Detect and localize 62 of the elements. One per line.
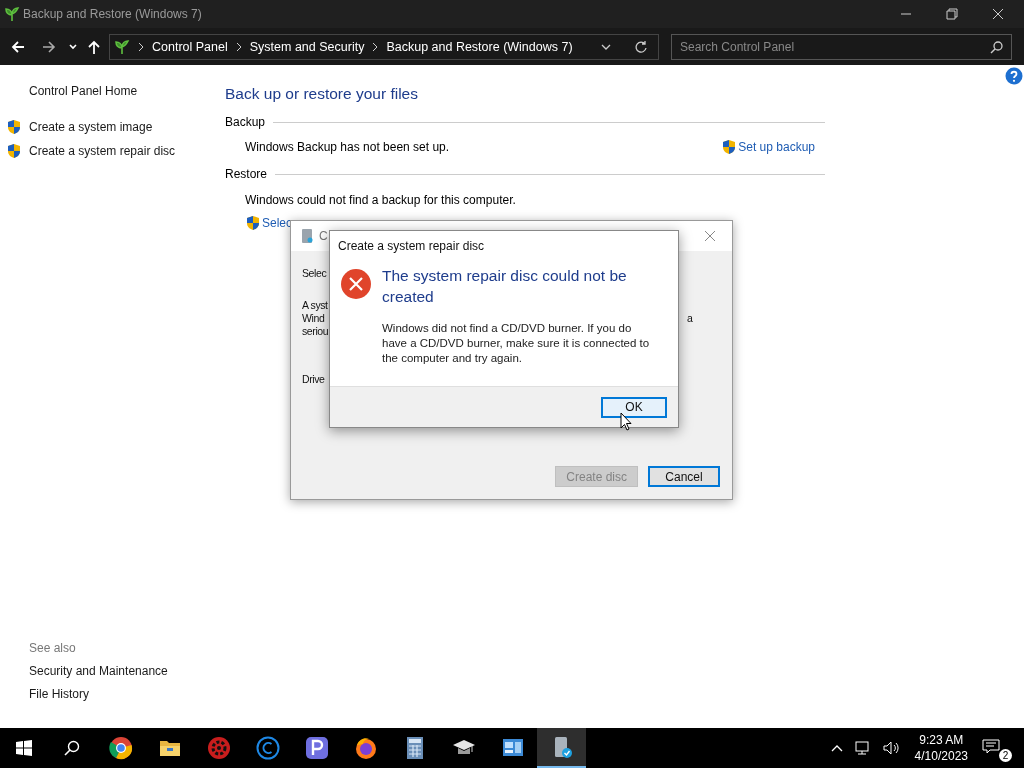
action-link[interactable]: Selec xyxy=(262,216,293,230)
breadcrumb[interactable]: Backup and Restore (Windows 7) xyxy=(386,39,573,54)
sidebar-link[interactable]: Create a system image xyxy=(29,120,153,134)
shield-icon xyxy=(245,215,261,231)
breadcrumb[interactable]: System and Security xyxy=(249,39,365,54)
network-icon[interactable] xyxy=(854,740,871,756)
status-text: Windows could not find a backup for this computer. xyxy=(245,193,516,207)
taskbar-app[interactable] xyxy=(537,728,586,768)
forward-arrow-icon[interactable] xyxy=(41,38,57,55)
dialog-text: Selec xyxy=(302,267,327,279)
c-circle-icon xyxy=(255,736,280,760)
close-icon[interactable] xyxy=(992,8,1004,20)
p-app-icon xyxy=(304,736,329,760)
search-icon xyxy=(990,39,1004,54)
refresh-icon[interactable] xyxy=(634,39,648,54)
notification-icon[interactable] xyxy=(982,739,1000,755)
chevron-icon xyxy=(372,41,379,52)
firefox-icon xyxy=(353,736,378,760)
up-arrow-icon[interactable] xyxy=(86,38,102,55)
error-heading: The system repair disc could not be created xyxy=(382,266,628,307)
status-text: Windows Backup has not been set up. xyxy=(245,140,450,154)
clock-time: 9:23 AM xyxy=(919,732,964,748)
dialog-text: a xyxy=(687,312,693,324)
notification-count: 2 xyxy=(999,749,1012,762)
action-link[interactable]: Set up backup xyxy=(738,140,815,154)
dialog-text: Wind xyxy=(302,312,325,324)
plant-icon xyxy=(114,38,130,55)
chevron-icon xyxy=(138,41,144,52)
see-also-link[interactable]: File History xyxy=(29,687,205,701)
sidebar-link[interactable]: Control Panel Home xyxy=(29,84,138,98)
gear-icon xyxy=(206,736,231,760)
dialog-button[interactable]: Cancel xyxy=(648,466,720,487)
dialog-text: seriou xyxy=(302,325,329,337)
see-also-heading: See also xyxy=(29,641,77,655)
dialog-text: A syst xyxy=(302,299,328,311)
drive-icon xyxy=(301,228,313,244)
caret-icon[interactable] xyxy=(68,41,78,52)
section-heading: Restore xyxy=(225,167,268,181)
clock[interactable]: 9:23 AM 4/10/2023 xyxy=(914,732,968,764)
address-bar[interactable]: Control Panel System and Security Backup and Restore (Windows 7) xyxy=(109,33,659,60)
window-title: Backup and Restore (Windows 7) xyxy=(23,7,202,21)
search-field[interactable]: Search Control Panel xyxy=(671,33,1012,60)
error-message: Windows did not find a CD/DVD burner. If you do have a CD/DVD burner, make sure it is connected to the computer and try again. xyxy=(382,321,651,366)
help-icon[interactable] xyxy=(1005,67,1023,85)
clock-date: 4/10/2023 xyxy=(914,748,968,764)
shield-icon xyxy=(721,139,738,155)
restore-icon[interactable] xyxy=(946,8,958,20)
error-icon xyxy=(340,268,372,300)
breadcrumb[interactable]: Control Panel xyxy=(152,39,228,54)
dialog-title: C xyxy=(319,229,328,243)
see-also-link[interactable]: Security and Maintenance xyxy=(29,664,205,678)
page-heading: Back up or restore your files xyxy=(225,85,419,103)
dialog-text: Drive xyxy=(302,373,325,385)
ok-button[interactable]: OK xyxy=(601,396,667,418)
dialog-title: Create a system repair disc xyxy=(337,238,486,255)
chrome-icon xyxy=(108,736,133,760)
section-heading: Backup xyxy=(225,115,266,129)
sidebar-link[interactable]: Create a system repair disc xyxy=(29,144,176,158)
chevron-icon xyxy=(235,41,242,52)
back-arrow-icon[interactable] xyxy=(10,38,26,55)
volume-icon[interactable] xyxy=(882,740,901,756)
plant-icon xyxy=(4,6,20,22)
